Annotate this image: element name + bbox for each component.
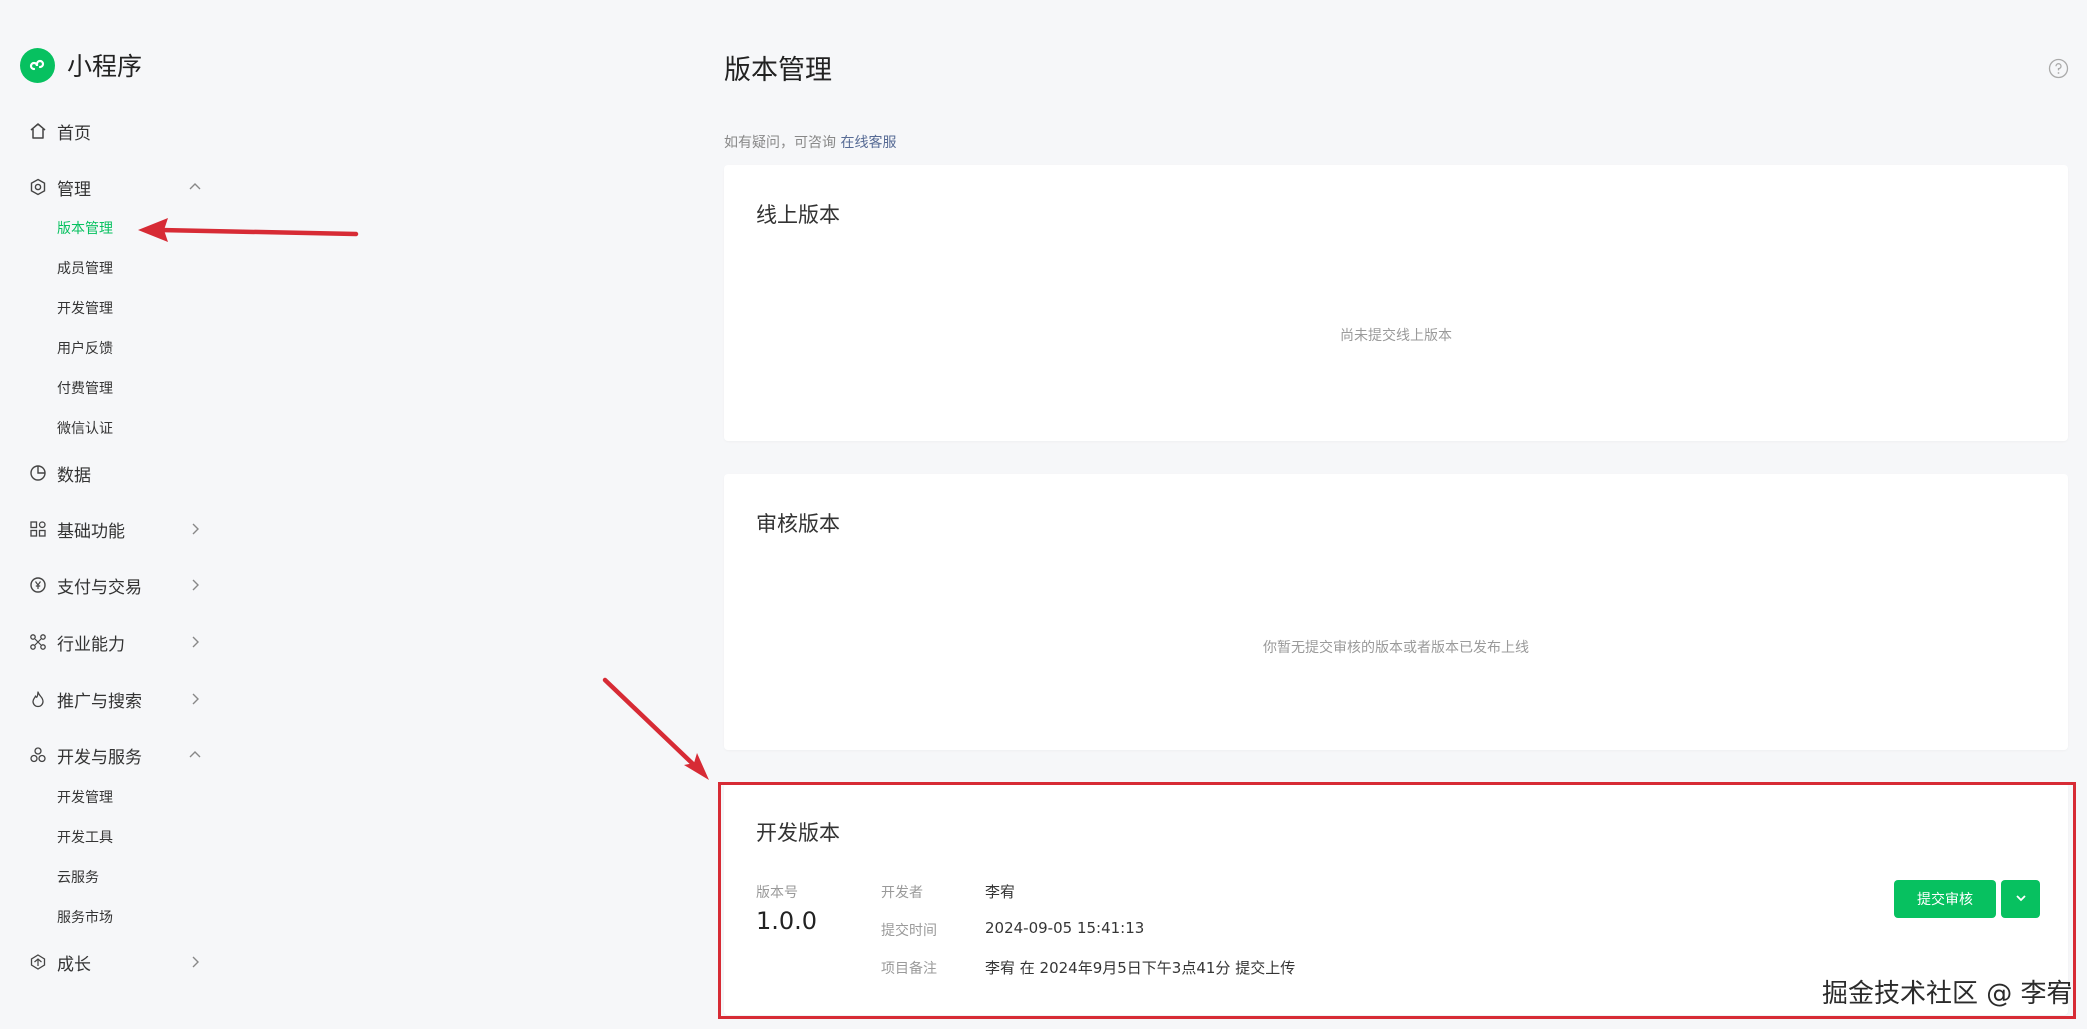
chevron-right-icon[interactable] [185,519,205,539]
help-icon[interactable] [2048,58,2069,79]
brand[interactable]: 小程序 [20,47,142,83]
version-number: 1.0.0 [756,907,818,935]
sidebar: 小程序 首页 管理 版本管理 成员管理 开发管理 用户反馈 付费管理 微信认证 … [0,0,230,1029]
cluster-icon [28,745,48,765]
sidebar-subitem-dev-manage[interactable]: 开发管理 [57,298,113,320]
developer-label: 开发者 [881,885,923,901]
sidebar-item-industry[interactable]: 行业能力 [28,627,125,657]
sidebar-subitem-dev-manage[interactable]: 开发管理 [57,787,113,809]
card-title: 线上版本 [756,203,840,227]
sidebar-item-dev-service[interactable]: 开发与服务 [28,740,142,770]
chevron-up-icon[interactable] [185,177,205,197]
sidebar-item-home[interactable]: 首页 [28,116,91,146]
sidebar-item-label: 成长 [57,954,91,975]
empty-state-text: 尚未提交线上版本 [1340,328,1452,344]
annotation-arrow-icon [602,677,709,780]
sidebar-subitem-cloud-service[interactable]: 云服务 [57,867,99,889]
sidebar-item-payment[interactable]: 支付与交易 [28,570,142,600]
watermark: 掘金技术社区 @ 李宥 [1822,979,2073,1009]
sidebar-item-data[interactable]: 数据 [28,458,91,488]
more-actions-button[interactable] [2001,880,2040,918]
flame-icon [28,689,48,709]
card-title: 开发版本 [756,821,840,845]
sidebar-subitem-wechat-auth[interactable]: 微信认证 [57,418,113,440]
chevron-right-icon[interactable] [185,952,205,972]
sidebar-subitem-user-feedback[interactable]: 用户反馈 [57,338,113,360]
online-support-link[interactable]: 在线客服 [840,135,896,151]
sidebar-item-promotion[interactable]: 推广与搜索 [28,684,142,714]
sidebar-subitem-version-manage[interactable]: 版本管理 [57,218,113,240]
sidebar-item-manage[interactable]: 管理 [28,172,91,202]
help-hint-text: 如有疑问，可咨询 [724,135,836,151]
mini-program-logo-icon [20,47,55,83]
project-note-value: 李宥 在 2024年9月5日下午3点41分 提交上传 [985,959,1296,977]
sidebar-subitem-service-market[interactable]: 服务市场 [57,907,113,929]
sidebar-item-label: 行业能力 [57,634,125,655]
sidebar-item-label: 基础功能 [57,521,125,542]
help-hint: 如有疑问，可咨询 在线客服 [724,132,896,152]
growth-icon [28,952,48,972]
chevron-right-icon[interactable] [185,632,205,652]
pie-chart-icon [28,463,48,483]
developer-value: 李宥 [985,883,1016,901]
submit-time-label: 提交时间 [881,923,937,939]
sidebar-item-label: 支付与交易 [57,577,142,598]
settings-icon [28,177,48,197]
sidebar-item-basic-functions[interactable]: 基础功能 [28,514,125,544]
card-title: 审核版本 [756,512,840,536]
chevron-right-icon[interactable] [185,575,205,595]
brand-name: 小程序 [67,52,143,81]
online-version-card: 线上版本 尚未提交线上版本 [724,165,2068,441]
review-version-card: 审核版本 你暂无提交审核的版本或者版本已发布上线 [724,474,2068,750]
project-note-label: 项目备注 [881,961,937,977]
sidebar-subitem-member-manage[interactable]: 成员管理 [57,258,113,280]
network-icon [28,632,48,652]
page-title: 版本管理 [724,55,832,86]
chevron-down-icon [2014,891,2028,908]
submit-review-button[interactable]: 提交审核 [1894,880,1996,918]
version-number-label: 版本号 [756,885,798,901]
sidebar-item-label: 首页 [57,123,91,144]
chevron-up-icon[interactable] [185,745,205,765]
sidebar-item-label: 管理 [57,179,91,200]
chevron-right-icon[interactable] [185,689,205,709]
yen-icon [28,575,48,595]
sidebar-item-label: 数据 [57,465,91,486]
sidebar-subitem-payment-manage[interactable]: 付费管理 [57,378,113,400]
sidebar-item-label: 开发与服务 [57,747,142,768]
sidebar-subitem-dev-tools[interactable]: 开发工具 [57,827,113,849]
submit-time-value: 2024-09-05 15:41:13 [985,919,1145,937]
sidebar-item-growth[interactable]: 成长 [28,947,91,977]
grid-icon [28,519,48,539]
home-icon [28,121,48,141]
empty-state-text: 你暂无提交审核的版本或者版本已发布上线 [1263,640,1529,656]
sidebar-item-label: 推广与搜索 [57,691,142,712]
